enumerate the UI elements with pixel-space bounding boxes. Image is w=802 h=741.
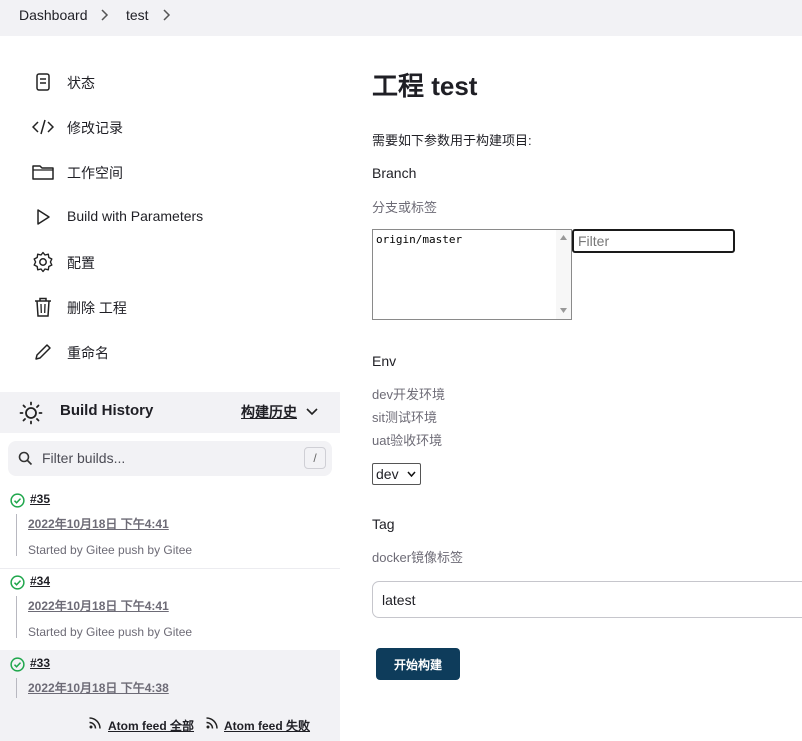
breadcrumb-dashboard[interactable]: Dashboard xyxy=(19,7,88,23)
tag-input[interactable] xyxy=(372,581,802,618)
build-row: #35 2022年10月18日 下午4:41 Started by Gitee … xyxy=(0,486,340,567)
build-cause: Started by Gitee push by Gitee xyxy=(28,625,193,639)
param-desc-branch: 分支或标签 xyxy=(372,200,438,215)
build-number-link[interactable]: #33 xyxy=(30,656,50,670)
sidebar-item-label: 配置 xyxy=(67,255,95,271)
param-name-env: Env xyxy=(372,353,397,369)
param-desc-env-line: sit测试环境 xyxy=(372,410,438,425)
build-row: #34 2022年10月18日 下午4:41 Started by Gitee … xyxy=(0,568,340,650)
pencil-icon xyxy=(32,341,54,363)
build-filter: / xyxy=(8,441,332,476)
chevron-right-icon xyxy=(163,9,171,21)
build-history-title: Build History xyxy=(60,402,154,419)
timeline-line xyxy=(16,678,17,698)
param-desc-tag: docker镜像标签 xyxy=(372,550,464,565)
sidebar-item-build-with-parameters[interactable]: Build with Parameters xyxy=(32,202,203,232)
search-icon xyxy=(18,451,33,466)
sidebar-item-label: 状态 xyxy=(67,75,95,91)
build-history-header: Build History 构建历史 xyxy=(0,392,340,433)
build-cause: Started by Gitee push by Gitee xyxy=(28,543,193,557)
sidebar-item-label: 重命名 xyxy=(67,345,109,361)
chevron-down-icon[interactable] xyxy=(306,407,318,417)
sidebar-item-delete-project[interactable]: 删除 工程 xyxy=(32,292,127,322)
weather-sunny-icon xyxy=(19,401,43,425)
success-icon xyxy=(10,657,25,672)
sidebar-item-label: 删除 工程 xyxy=(67,300,127,316)
branch-option[interactable]: origin/master xyxy=(376,233,462,246)
sidebar-item-label: 工作空间 xyxy=(67,165,123,181)
trash-icon xyxy=(32,296,54,318)
atom-feed-failed-link[interactable]: Atom feed 失败 xyxy=(224,717,310,734)
build-date-link[interactable]: 2022年10月18日 下午4:41 xyxy=(28,597,169,614)
param-desc-env-line: dev开发环境 xyxy=(372,387,445,402)
branch-select-list[interactable]: origin/master xyxy=(372,229,572,320)
branch-filter-input[interactable] xyxy=(572,229,735,253)
build-date-link[interactable]: 2022年10月18日 下午4:38 xyxy=(28,679,169,696)
start-build-button[interactable]: 开始构建 xyxy=(376,648,460,680)
page-title: 工程 test xyxy=(372,71,478,101)
gear-icon xyxy=(32,251,54,273)
success-icon xyxy=(10,493,25,508)
sidebar-item-changes[interactable]: 修改记录 xyxy=(32,112,123,142)
param-desc-env-line: uat验收环境 xyxy=(372,433,443,448)
timeline-line xyxy=(16,514,17,556)
breadcrumb: Dashboard test xyxy=(0,0,802,36)
sidebar-item-workspace[interactable]: 工作空间 xyxy=(32,157,123,187)
atom-feeds: Atom feed 全部 Atom feed 失败 xyxy=(0,706,340,741)
rss-icon xyxy=(206,717,218,729)
chevron-down-icon xyxy=(407,471,416,477)
param-name-tag: Tag xyxy=(372,516,395,532)
build-date-link[interactable]: 2022年10月18日 下午4:41 xyxy=(28,515,169,532)
scrollbar[interactable] xyxy=(556,230,571,319)
code-icon xyxy=(32,116,54,138)
build-trend-link[interactable]: 构建历史 xyxy=(241,402,297,422)
build-row: #33 2022年10月18日 下午4:38 xyxy=(0,650,340,706)
sidebar-item-status[interactable]: 状态 xyxy=(32,67,95,97)
param-name-branch: Branch xyxy=(372,165,417,181)
keyboard-shortcut-hint: / xyxy=(304,447,326,469)
sidebar-item-label: Build with Parameters xyxy=(67,208,204,224)
scroll-down-arrow-icon[interactable] xyxy=(560,308,567,313)
success-icon xyxy=(10,575,25,590)
sidebar-item-configure[interactable]: 配置 xyxy=(32,247,95,277)
build-number-link[interactable]: #35 xyxy=(30,492,50,506)
rss-icon xyxy=(89,717,101,729)
atom-feed-all-link[interactable]: Atom feed 全部 xyxy=(108,717,194,734)
build-filter-input[interactable] xyxy=(42,448,292,468)
env-selected-value: dev xyxy=(376,466,399,482)
timeline-line xyxy=(16,596,17,638)
play-icon xyxy=(32,206,54,228)
sidebar-item-rename[interactable]: 重命名 xyxy=(32,337,109,367)
chevron-right-icon xyxy=(101,9,109,21)
parameters-description: 需要如下参数用于构建项目: xyxy=(372,133,532,148)
env-select[interactable]: dev xyxy=(372,463,421,485)
sidebar-item-label: 修改记录 xyxy=(67,120,123,136)
breadcrumb-test[interactable]: test xyxy=(126,7,149,23)
folder-icon xyxy=(32,161,54,183)
scroll-up-arrow-icon[interactable] xyxy=(560,235,567,240)
status-icon xyxy=(32,71,54,93)
build-number-link[interactable]: #34 xyxy=(30,574,50,588)
